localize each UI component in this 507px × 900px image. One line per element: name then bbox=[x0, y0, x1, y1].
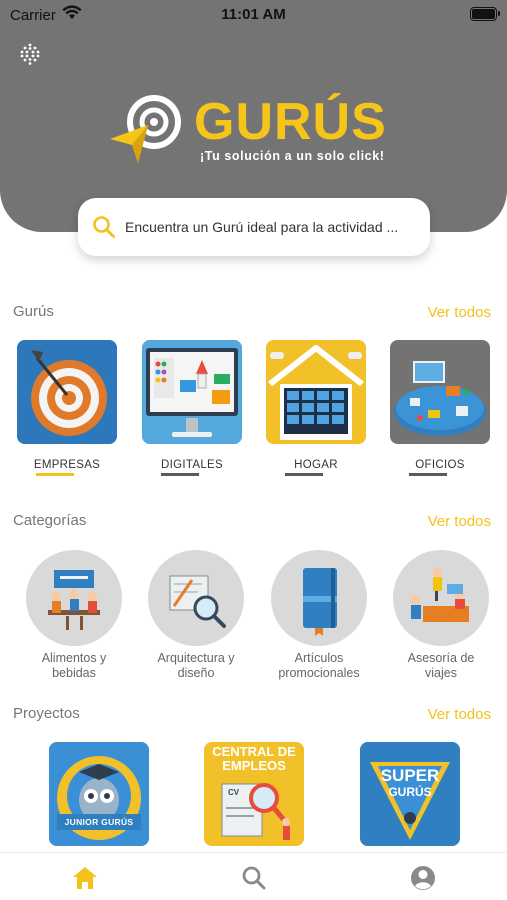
notebook-icon bbox=[303, 568, 337, 636]
search-bar[interactable]: Encuentra un Gurú ideal para la activida… bbox=[78, 198, 430, 256]
dartboard-icon bbox=[17, 340, 117, 444]
category-label: Arquitectura y diseño bbox=[157, 651, 235, 680]
cv-label: CV bbox=[228, 788, 240, 797]
tile-underline bbox=[161, 473, 199, 476]
tile-underline bbox=[409, 473, 447, 476]
clock: 11:01 AM bbox=[221, 6, 286, 23]
computer-screen-icon bbox=[142, 340, 242, 444]
guru-tile-label: DIGITALES bbox=[161, 459, 223, 471]
category-label: Alimentos y bebidas bbox=[41, 651, 107, 680]
project-super-gurus[interactable]: SUPER GURÚS bbox=[360, 742, 460, 846]
search-icon[interactable] bbox=[239, 863, 269, 893]
projects-section-title: Proyectos bbox=[13, 705, 80, 722]
guru-tile-label: EMPRESAS bbox=[33, 459, 101, 471]
search-placeholder: Encuentra un Gurú ideal para la activida… bbox=[125, 219, 399, 235]
blueprint-magnifier-icon bbox=[169, 575, 226, 628]
categories-section-title: Categorías bbox=[13, 512, 87, 529]
gurus-see-all-link[interactable]: Ver todos bbox=[428, 304, 491, 321]
food-team-icon bbox=[48, 570, 100, 630]
categories-see-all-link[interactable]: Ver todos bbox=[428, 513, 491, 530]
guru-tile-empresas[interactable] bbox=[17, 340, 117, 444]
project-title: CENTRAL DE EMPLEOS bbox=[212, 744, 296, 773]
guru-tile-digitales[interactable] bbox=[142, 340, 242, 444]
brand-name: GURÚS bbox=[194, 93, 387, 151]
logo-target-icon bbox=[110, 95, 181, 163]
guru-tile-label: OFICIOS bbox=[415, 459, 465, 471]
gurus-section-title: Gurús bbox=[13, 303, 54, 320]
category-alimentos-y-bebidas[interactable] bbox=[26, 550, 122, 646]
guru-tile-oficios[interactable] bbox=[390, 340, 490, 444]
project-central-de-empleos[interactable]: CENTRAL DE EMPLEOS CV bbox=[204, 742, 304, 846]
project-caption: JUNIOR GURÚS bbox=[64, 817, 134, 827]
project-junior-gurus[interactable]: JUNIOR GURÚS bbox=[49, 742, 149, 846]
profile-icon[interactable] bbox=[408, 863, 438, 893]
selected-indicator bbox=[36, 473, 74, 476]
workshop-icon bbox=[390, 340, 490, 444]
category-articulos-promocionales[interactable] bbox=[271, 550, 367, 646]
status-bar: Carrier 11:01 AM bbox=[0, 0, 507, 30]
category-asesoria-de-viajes[interactable] bbox=[393, 550, 489, 646]
bottom-tab-bar bbox=[0, 852, 507, 900]
guru-tile-label: HOGAR bbox=[294, 459, 338, 471]
owl-graduate-icon bbox=[49, 742, 149, 846]
search-icon bbox=[93, 216, 115, 238]
projects-see-all-link[interactable]: Ver todos bbox=[428, 706, 491, 723]
project-title: SUPER GURÚS bbox=[380, 766, 440, 799]
smart-home-icon bbox=[266, 340, 366, 444]
grid-menu-icon[interactable] bbox=[18, 42, 42, 66]
brand-tagline: ¡Tu solución a un solo click! bbox=[200, 149, 385, 163]
category-label: Asesoría de viajes bbox=[407, 651, 475, 680]
tile-underline bbox=[285, 473, 323, 476]
battery-icon bbox=[470, 7, 500, 21]
guru-tile-hogar[interactable] bbox=[266, 340, 366, 444]
travel-advisor-icon bbox=[410, 567, 469, 622]
category-arquitectura-y-diseno[interactable] bbox=[148, 550, 244, 646]
category-label: Artículos promocionales bbox=[278, 651, 360, 680]
home-icon[interactable] bbox=[70, 863, 100, 893]
